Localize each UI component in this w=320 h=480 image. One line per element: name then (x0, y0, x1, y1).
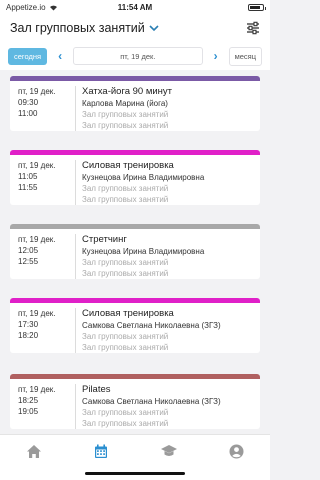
event-start: 18:25 (18, 396, 39, 405)
event-name: Хатха-йога 90 минут (82, 86, 173, 97)
chevron-left-icon[interactable]: ‹ (51, 49, 69, 63)
event-date: пт, 19 дек. (18, 87, 56, 96)
event-times: пт, 19 дек. 11:05 11:55 (18, 160, 76, 205)
event-times: пт, 19 дек. 17:30 18:20 (18, 308, 76, 353)
profile-icon (229, 444, 244, 459)
event-times: пт, 19 дек. 18:25 19:05 (18, 384, 76, 429)
event-hall: Зал групповых занятий (82, 110, 169, 119)
header: Зал групповых занятий (0, 14, 270, 42)
events-list[interactable]: пт, 19 дек. 09:30 11:00 Хатха-йога 90 ми… (0, 70, 270, 434)
event-card[interactable]: пт, 19 дек. 18:25 19:05 Pilates Самкова … (10, 374, 260, 429)
event-start: 09:30 (18, 98, 39, 107)
event-end: 12:55 (18, 257, 39, 266)
chevron-right-icon[interactable]: › (207, 49, 225, 63)
event-info: Стретчинг Кузнецова Ирина Владимировна З… (76, 234, 204, 279)
event-name: Силовая тренировка (82, 308, 174, 319)
calendar-icon (95, 444, 108, 458)
date-navigation: сегодня ‹ пт, 19 дек. › месяц (0, 42, 270, 70)
home-indicator (85, 472, 185, 475)
event-info: Pilates Самкова Светлана Николаевна (ЗГЗ… (76, 384, 221, 429)
event-hall: Зал групповых занятий (82, 419, 169, 428)
status-right (248, 3, 266, 11)
battery-icon (248, 3, 266, 11)
event-date: пт, 19 дек. (18, 385, 56, 394)
current-date[interactable]: пт, 19 дек. (73, 47, 203, 65)
event-hall: Зал групповых занятий (82, 408, 169, 417)
event-hall: Зал групповых занятий (82, 332, 169, 341)
event-name: Стретчинг (82, 234, 127, 245)
event-info: Силовая тренировка Кузнецова Ирина Влади… (76, 160, 204, 205)
event-name: Силовая тренировка (82, 160, 174, 171)
event-card[interactable]: пт, 19 дек. 11:05 11:55 Силовая трениров… (10, 150, 260, 205)
event-card[interactable]: пт, 19 дек. 17:30 18:20 Силовая трениров… (10, 298, 260, 353)
event-hall: Зал групповых занятий (82, 343, 169, 352)
status-time: 11:54 AM (117, 2, 153, 12)
tab-home[interactable] (0, 435, 68, 480)
event-date: пт, 19 дек. (18, 161, 56, 170)
event-start: 17:30 (18, 320, 39, 329)
month-button[interactable]: месяц (228, 46, 262, 66)
event-info: Хатха-йога 90 минут Карлова Марина (йога… (76, 86, 172, 131)
event-start: 12:05 (18, 246, 39, 255)
event-info: Силовая тренировка Самкова Светлана Нико… (76, 308, 221, 353)
today-button[interactable]: сегодня (8, 47, 48, 65)
event-hall: Зал групповых занятий (82, 195, 169, 204)
event-hall: Зал групповых занятий (82, 269, 169, 278)
event-end: 18:20 (18, 331, 39, 340)
event-end: 11:55 (18, 183, 38, 192)
event-date: пт, 19 дек. (18, 235, 56, 244)
event-end: 11:00 (18, 109, 38, 118)
event-hall: Зал групповых занятий (82, 184, 169, 193)
event-times: пт, 19 дек. 09:30 11:00 (18, 86, 76, 131)
filter-sliders-icon[interactable] (246, 21, 260, 35)
event-name: Pilates (82, 384, 111, 395)
event-teacher: Кузнецова Ирина Владимировна (82, 173, 205, 182)
event-times: пт, 19 дек. 12:05 12:55 (18, 234, 76, 279)
event-card[interactable]: пт, 19 дек. 09:30 11:00 Хатха-йога 90 ми… (10, 76, 260, 131)
status-bar: Appetize.io 11:54 AM (0, 0, 270, 14)
event-teacher: Самкова Светлана Николаевна (ЗГЗ) (82, 321, 221, 330)
event-teacher: Самкова Светлана Николаевна (ЗГЗ) (82, 397, 221, 406)
event-hall: Зал групповых занятий (82, 121, 169, 130)
event-date: пт, 19 дек. (18, 309, 56, 318)
tab-profile[interactable] (203, 435, 271, 480)
home-icon (26, 445, 41, 458)
graduation-cap-icon (160, 445, 177, 456)
event-hall: Зал групповых занятий (82, 258, 169, 267)
event-end: 19:05 (18, 407, 39, 416)
event-teacher: Карлова Марина (йога) (82, 99, 168, 108)
hall-title[interactable]: Зал групповых занятий (10, 21, 145, 35)
event-start: 11:05 (18, 172, 38, 181)
event-teacher: Кузнецова Ирина Владимировна (82, 247, 205, 256)
chevron-down-icon[interactable] (149, 24, 159, 32)
event-card[interactable]: пт, 19 дек. 12:05 12:55 Стретчинг Кузнец… (10, 224, 260, 279)
